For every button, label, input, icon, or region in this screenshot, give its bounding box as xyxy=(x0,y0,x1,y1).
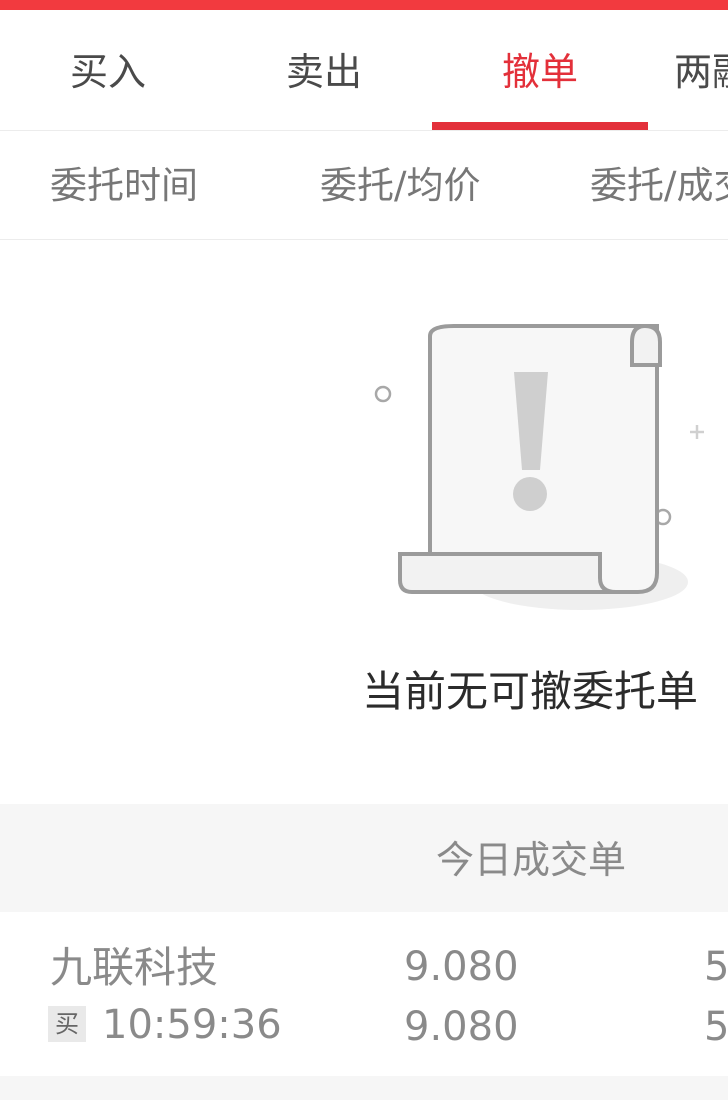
average-price: 9.080 xyxy=(404,1004,519,1050)
active-tab-indicator xyxy=(432,122,648,130)
filled-quantity: 5 xyxy=(704,1004,728,1050)
trade-side-badge: 买 xyxy=(48,1006,86,1042)
tab-buy[interactable]: 买入 xyxy=(0,10,216,130)
empty-state-message: 当前无可撤委托单 xyxy=(362,667,699,716)
trade-row[interactable]: 九联科技 买 10:59:36 9.080 9.080 5 5 xyxy=(0,912,728,1076)
stock-name: 九联科技 xyxy=(50,943,219,992)
tab-sell[interactable]: 卖出 xyxy=(216,10,432,130)
top-accent-strip xyxy=(0,0,728,10)
today-trades-title: 今日成交单 xyxy=(436,838,627,882)
order-price: 9.080 xyxy=(404,944,519,990)
column-order-filled: 委托/成交 xyxy=(590,164,728,207)
column-order-avg-price: 委托/均价 xyxy=(320,164,481,207)
bottom-divider-band xyxy=(0,1076,728,1100)
trade-tab-bar: 买入 卖出 撤单 两融 xyxy=(0,10,728,131)
tab-margin-trading[interactable]: 两融 xyxy=(648,10,728,130)
order-quantity: 5 xyxy=(704,944,728,990)
tab-cancel-order[interactable]: 撤单 xyxy=(432,10,648,130)
column-order-time: 委托时间 xyxy=(50,164,198,207)
trade-time: 10:59:36 xyxy=(102,1002,282,1048)
order-column-header: 委托时间 委托/均价 委托/成交 xyxy=(0,131,728,240)
document-alert-icon xyxy=(360,310,728,630)
